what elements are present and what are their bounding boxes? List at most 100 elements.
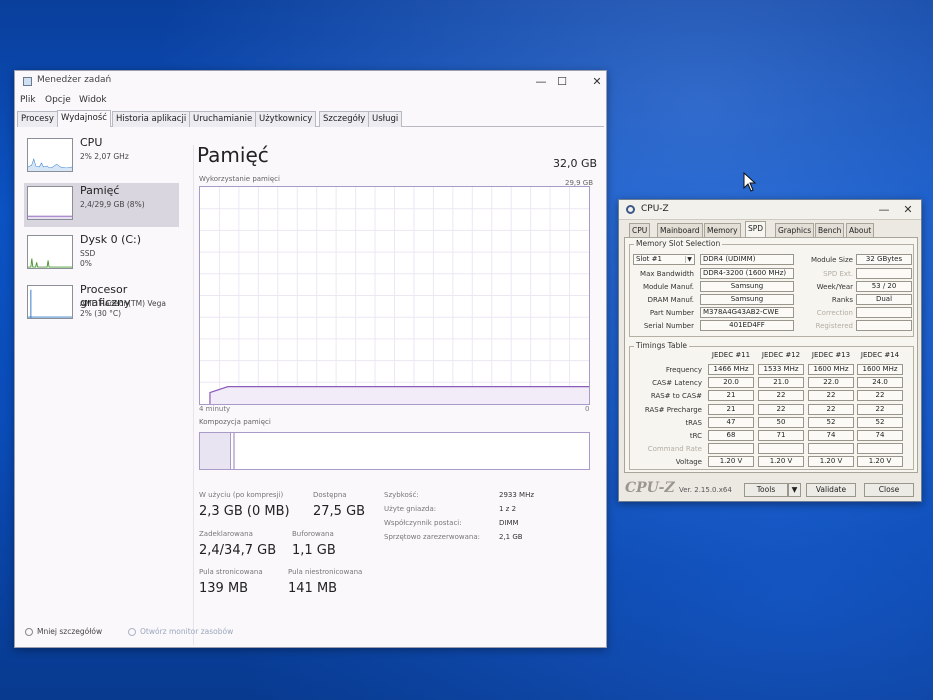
timing-cell: 1533 MHz — [758, 364, 804, 375]
module-size-label: Module Size — [810, 256, 853, 264]
committed-value: 2,4/34,7 GB — [199, 543, 277, 558]
timing-column-header: JEDEC #13 — [811, 351, 851, 359]
sidebar-item-memory[interactable]: Pamięć 2,4/29,9 GB (8%) — [24, 183, 179, 227]
timing-cell: 1.20 V — [808, 456, 854, 468]
slot-select[interactable]: Slot #1 ▼ — [633, 254, 695, 265]
fewer-details-link[interactable]: Mniej szczegółów — [25, 627, 102, 636]
cpuz-tab-cpu[interactable]: CPU — [629, 223, 651, 237]
in-use-value: 2,3 GB (0 MB) — [199, 504, 290, 519]
cpuz-close-footer-button[interactable]: Close — [864, 483, 914, 497]
timing-cell: 22 — [758, 390, 804, 402]
task-manager-window: Menedżer zadań — ☐ ✕ Plik Opcje Widok Pr… — [14, 70, 607, 648]
timing-cell: 21 — [708, 390, 754, 402]
cpuz-tab-graphics[interactable]: Graphics — [775, 223, 815, 237]
part-number-value: M378A4G43AB2-CWE — [703, 308, 779, 316]
timing-cell — [758, 443, 804, 455]
graph-axis-right: 0 — [585, 405, 590, 413]
timing-row-label: RAS# to CAS# — [650, 392, 702, 401]
maximize-button[interactable]: ☐ — [550, 73, 574, 91]
sidebar-item-disk[interactable]: Dysk 0 (C:) SSD 0% — [24, 232, 179, 276]
cpuz-tab-mainboard[interactable]: Mainboard — [657, 223, 703, 237]
cpuz-title: CPU-Z — [641, 204, 669, 214]
dram-manuf-field: Samsung — [700, 294, 794, 305]
memory-thumbnail — [27, 186, 73, 220]
timing-cell: 22 — [808, 403, 854, 415]
timing-cell: 71 — [758, 430, 804, 441]
timing-column-header: JEDEC #11 — [711, 351, 751, 359]
timing-cell: 1.20 V — [857, 456, 903, 468]
slot-selection-title: Memory Slot Selection — [634, 239, 723, 248]
sidebar-sub-gpu-usage: 2% (30 °C) — [80, 309, 122, 318]
close-button[interactable]: ✕ — [585, 73, 609, 91]
cpuz-window: CPU-Z — ✕ CPU Mainboard Memory SPD Graph… — [618, 199, 922, 502]
timing-cell: 22 — [808, 390, 854, 402]
module-manuf-value: Samsung — [730, 282, 764, 290]
available-value: 27,5 GB — [313, 504, 366, 519]
cpu-thumbnail — [27, 138, 73, 172]
cpuz-minimize-button[interactable]: — — [875, 202, 893, 218]
in-use-label: W użyciu (po kompresji) — [199, 491, 284, 499]
tab-details[interactable]: Szczegóły — [319, 111, 370, 127]
registered-field — [856, 320, 912, 331]
cached-label: Buforowana — [292, 530, 334, 538]
dram-manuf-label: DRAM Manuf. — [647, 296, 694, 304]
module-manuf-field: Samsung — [700, 281, 794, 292]
spec-slots-label: Użyte gniazda: — [384, 505, 437, 513]
validate-button[interactable]: Validate — [806, 483, 856, 497]
fewer-details-label: Mniej szczegółów — [37, 627, 103, 636]
tab-performance[interactable]: Wydajność — [57, 110, 111, 127]
timing-cell: 74 — [857, 430, 903, 441]
tab-services[interactable]: Usługi — [368, 111, 403, 127]
cpuz-titlebar[interactable]: CPU-Z — ✕ — [619, 200, 921, 220]
menu-bar: Plik Opcje Widok — [15, 93, 606, 109]
spec-form-factor-label: Współczynnik postaci: — [384, 519, 462, 527]
part-number-field: M378A4G43AB2-CWE — [700, 307, 794, 318]
memory-type-value: DDR4 (UDIMM) — [703, 255, 756, 263]
spec-speed-value: 2933 MHz — [499, 491, 535, 499]
tools-button[interactable]: Tools — [744, 483, 788, 497]
cpuz-tab-spd[interactable]: SPD — [745, 221, 767, 238]
timings-table-group: Timings Table JEDEC #11 JEDEC #12 JEDEC #1… — [629, 341, 914, 470]
timing-column-header: JEDEC #12 — [761, 351, 801, 359]
nonpaged-pool-value: 141 MB — [288, 581, 338, 596]
sidebar-sub-cpu: 2% 2,07 GHz — [80, 152, 129, 161]
graph-axis-left: 4 minuty — [199, 405, 231, 413]
timing-row-label: CAS# Latency — [652, 379, 702, 388]
sidebar-divider — [193, 145, 194, 645]
module-manuf-label: Module Manuf. — [642, 283, 694, 291]
open-resource-monitor-link[interactable]: Otwórz monitor zasobów — [128, 627, 233, 636]
spd-ext-label: SPD Ext. — [823, 270, 853, 278]
task-manager-titlebar[interactable]: Menedżer zadań — ☐ ✕ — [15, 71, 606, 93]
ranks-label: Ranks — [831, 296, 853, 304]
cpuz-tab-bench[interactable]: Bench — [815, 223, 845, 237]
timing-cell: 22 — [857, 390, 903, 402]
paged-pool-value: 139 MB — [199, 581, 249, 596]
cpuz-tab-memory[interactable]: Memory — [704, 223, 741, 237]
tools-dropdown-chevron-icon[interactable]: ▼ — [788, 483, 801, 497]
week-year-label: Week/Year — [816, 283, 853, 291]
ranks-value: Dual — [875, 295, 893, 303]
cpuz-version: Ver. 2.15.0.x64 — [679, 486, 732, 494]
chevron-down-icon: ▼ — [685, 256, 693, 263]
cpuz-spd-panel: Memory Slot Selection Slot #1 ▼ DDR4 (UD… — [624, 237, 918, 473]
timing-cell: 1600 MHz — [808, 364, 854, 375]
max-bandwidth-field: DDR4-3200 (1600 MHz) — [700, 268, 794, 279]
sidebar-item-gpu[interactable]: Procesor graficzny AMD Radeon(TM) Vega 2… — [24, 282, 179, 326]
memory-total: 32,0 GB — [553, 157, 598, 170]
cpuz-footer: CPU-Z Ver. 2.15.0.x64 Tools ▼ Validate C… — [619, 477, 923, 501]
tab-app-history[interactable]: Historia aplikacji — [112, 111, 191, 127]
cpuz-close-button[interactable]: ✕ — [899, 202, 917, 218]
menu-view[interactable]: Widok — [79, 95, 107, 105]
menu-options[interactable]: Opcje — [45, 95, 71, 105]
tab-startup[interactable]: Uruchamianie — [189, 111, 257, 127]
sidebar-label-memory: Pamięć — [80, 184, 120, 197]
timing-cell: 24.0 — [857, 377, 903, 389]
tab-users[interactable]: Użytkownicy — [255, 111, 317, 127]
menu-file[interactable]: Plik — [20, 95, 36, 105]
sidebar-item-cpu[interactable]: CPU 2% 2,07 GHz — [24, 135, 179, 179]
timing-cell: 22 — [857, 403, 903, 415]
cpuz-tab-about[interactable]: About — [846, 223, 875, 237]
tab-processes[interactable]: Procesy — [17, 111, 58, 127]
timing-row-label: tRAS — [685, 418, 702, 427]
open-resource-monitor-label: Otwórz monitor zasobów — [140, 627, 234, 636]
